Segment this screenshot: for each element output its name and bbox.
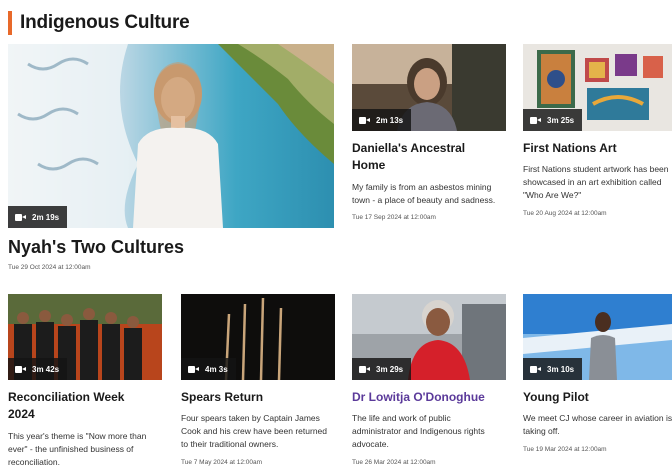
video-card[interactable]: 3m 10s Young Pilot We meet CJ whose care…: [523, 294, 672, 466]
description-line: We meet CJ whose career in aviation is: [523, 413, 672, 423]
video-title[interactable]: Young Pilot: [523, 389, 589, 406]
section-title: Indigenous Culture: [20, 12, 190, 33]
video-description: We meet CJ whose career in aviation is t…: [523, 412, 672, 438]
video-card[interactable]: 3m 42s Reconciliation Week 2024 This yea…: [8, 294, 162, 466]
video-duration: 3m 29s: [376, 364, 404, 374]
featured-duration-badge: 2m 19s: [8, 206, 68, 228]
video-camera-icon: [15, 365, 26, 373]
video-camera-icon: [530, 365, 541, 373]
featured-date: Tue 29 Oct 2024 at 12:00am: [8, 264, 91, 271]
video-description: The life and work of public administrato…: [352, 412, 485, 452]
video-title-line: Daniella's Ancestral: [352, 141, 466, 155]
featured-card[interactable]: 2m 19s Nyah's Two Cultures Tue 29 Oct 20…: [8, 44, 334, 274]
description-line: Four spears taken by Captain James: [181, 413, 320, 423]
video-date: Tue 20 Aug 2024 at 12:00am: [523, 210, 607, 217]
description-line: The life and work of public: [352, 413, 451, 423]
video-description: First Nations student artwork has been s…: [523, 163, 669, 203]
description-line: showcased in an art exhibition called: [523, 177, 662, 188]
description-line: administrator and Indigenous rights: [352, 426, 485, 437]
video-title[interactable]: Spears Return: [181, 389, 263, 406]
video-date: Tue 26 Mar 2024 at 12:00am: [352, 459, 436, 466]
video-title[interactable]: Daniella's Ancestral Home: [352, 140, 465, 174]
video-date: Tue 17 Sep 2024 at 12:00am: [352, 214, 436, 221]
video-card[interactable]: 4m 3s Spears Return Four spears taken by…: [181, 294, 335, 466]
description-line: to their traditional owners.: [181, 439, 279, 450]
video-title-line: 2024: [8, 407, 35, 421]
video-camera-icon: [15, 213, 26, 221]
video-title-line: Home: [352, 158, 386, 172]
description-line: taking off.: [523, 426, 560, 437]
video-thumbnail[interactable]: 3m 10s: [523, 294, 672, 380]
video-camera-icon: [530, 116, 541, 124]
video-date: Tue 7 May 2024 at 12:00am: [181, 459, 263, 466]
description-line: First Nations student artwork has been: [523, 164, 669, 174]
video-card[interactable]: 3m 25s First Nations Art First Nations s…: [523, 44, 672, 224]
video-thumbnail[interactable]: 3m 25s: [523, 44, 672, 131]
video-duration: 4m 3s: [205, 364, 228, 374]
description-line: ever" - the unfinished business of: [8, 444, 134, 455]
video-title[interactable]: First Nations Art: [523, 140, 617, 157]
video-duration: 3m 10s: [547, 364, 575, 374]
video-thumbnail[interactable]: 2m 13s: [352, 44, 506, 131]
duration-badge: 3m 29s: [352, 358, 412, 380]
duration-badge: 2m 13s: [352, 109, 412, 131]
video-camera-icon: [359, 365, 370, 373]
description-line: "Who Are We?": [523, 190, 582, 201]
video-camera-icon: [188, 365, 199, 373]
section-accent-bar: [8, 11, 12, 35]
video-card[interactable]: 3m 29s Dr Lowitja O'Donoghue The life an…: [352, 294, 506, 466]
duration-badge: 3m 10s: [523, 358, 583, 380]
description-line: My family is from an asbestos mining: [352, 182, 492, 192]
video-duration: 3m 42s: [32, 364, 60, 374]
description-line: Cook and his crew have been returned: [181, 426, 328, 437]
duration-badge: 4m 3s: [181, 358, 236, 380]
video-description: This year's theme is "Now more than ever…: [8, 430, 146, 466]
video-duration: 2m 13s: [376, 115, 404, 125]
description-line: reconciliation.: [8, 457, 60, 466]
description-line: town - a place of beauty and sadness.: [352, 195, 496, 206]
featured-thumbnail[interactable]: 2m 19s: [8, 44, 334, 228]
video-thumbnail[interactable]: 3m 42s: [8, 294, 162, 380]
video-duration: 3m 25s: [547, 115, 575, 125]
video-thumbnail[interactable]: 3m 29s: [352, 294, 506, 380]
duration-badge: 3m 25s: [523, 109, 583, 131]
video-date: Tue 19 Mar 2024 at 12:00am: [523, 446, 607, 453]
description-line: advocate.: [352, 439, 389, 450]
video-description: My family is from an asbestos mining tow…: [352, 181, 495, 207]
video-title-line: Reconciliation Week: [8, 390, 125, 404]
video-title[interactable]: Reconciliation Week 2024: [8, 389, 124, 423]
video-title[interactable]: Dr Lowitja O'Donoghue: [352, 389, 485, 406]
video-thumbnail[interactable]: 4m 3s: [181, 294, 335, 380]
duration-badge: 3m 42s: [8, 358, 68, 380]
featured-title[interactable]: Nyah's Two Cultures: [8, 236, 184, 259]
video-description: Four spears taken by Captain James Cook …: [181, 412, 327, 452]
video-camera-icon: [359, 116, 370, 124]
description-line: This year's theme is "Now more than: [8, 431, 147, 441]
featured-duration: 2m 19s: [32, 212, 60, 222]
section-header: Indigenous Culture: [8, 10, 190, 36]
video-card[interactable]: 2m 13s Daniella's Ancestral Home My fami…: [352, 44, 506, 234]
